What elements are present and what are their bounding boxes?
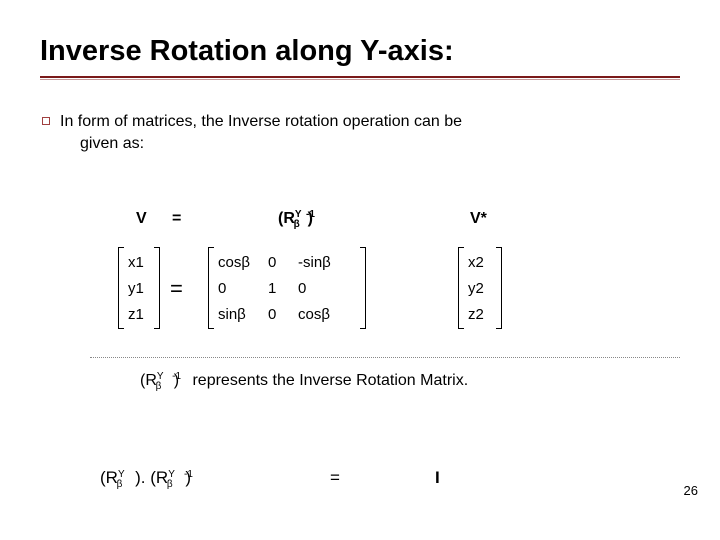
identity-equals: = [330, 468, 340, 488]
label-r-inverse: (RYβ)-1 [278, 210, 322, 228]
vector-vstar-row: z2 [468, 302, 484, 328]
bracket-right-icon [496, 247, 502, 329]
matrix-row: sinβ0cosβ [218, 302, 348, 328]
page-number: 26 [684, 483, 698, 498]
identity-rhs: I [435, 468, 440, 488]
label-equals: = [172, 210, 181, 228]
divider-dotted [90, 357, 680, 358]
bracket-right-icon [360, 247, 366, 329]
vector-v-row: y1 [128, 276, 144, 302]
big-equals: = [170, 276, 183, 302]
matrix-row: 010 [218, 276, 348, 302]
intro-text: In form of matrices, the Inverse rotatio… [0, 79, 720, 154]
vector-v: x1 y1 z1 [128, 250, 144, 328]
label-v: V [136, 210, 147, 228]
vector-vstar: x2 y2 z2 [468, 250, 484, 328]
intro-line-1: In form of matrices, the Inverse rotatio… [60, 111, 462, 133]
bracket-left-icon [208, 247, 214, 329]
vector-vstar-row: y2 [468, 276, 484, 302]
vector-v-row: x1 [128, 250, 144, 276]
bracket-left-icon [118, 247, 124, 329]
label-vstar: V* [470, 210, 487, 228]
note-text: (RYβ )-1 represents the Inverse Rotation… [140, 372, 468, 390]
vector-v-row: z1 [128, 302, 144, 328]
slide-title: Inverse Rotation along Y-axis: [40, 35, 680, 68]
vector-vstar-row: x2 [468, 250, 484, 276]
bracket-left-icon [458, 247, 464, 329]
bracket-right-icon [154, 247, 160, 329]
identity-lhs: (RYβ ). (RYβ )-1 [100, 468, 200, 488]
bullet-icon [42, 117, 50, 125]
title-rule [40, 76, 680, 79]
matrix-row: cosβ0-sinβ [218, 250, 348, 276]
rotation-matrix: cosβ0-sinβ 010 sinβ0cosβ [218, 250, 348, 328]
intro-line-2: given as: [42, 133, 680, 155]
